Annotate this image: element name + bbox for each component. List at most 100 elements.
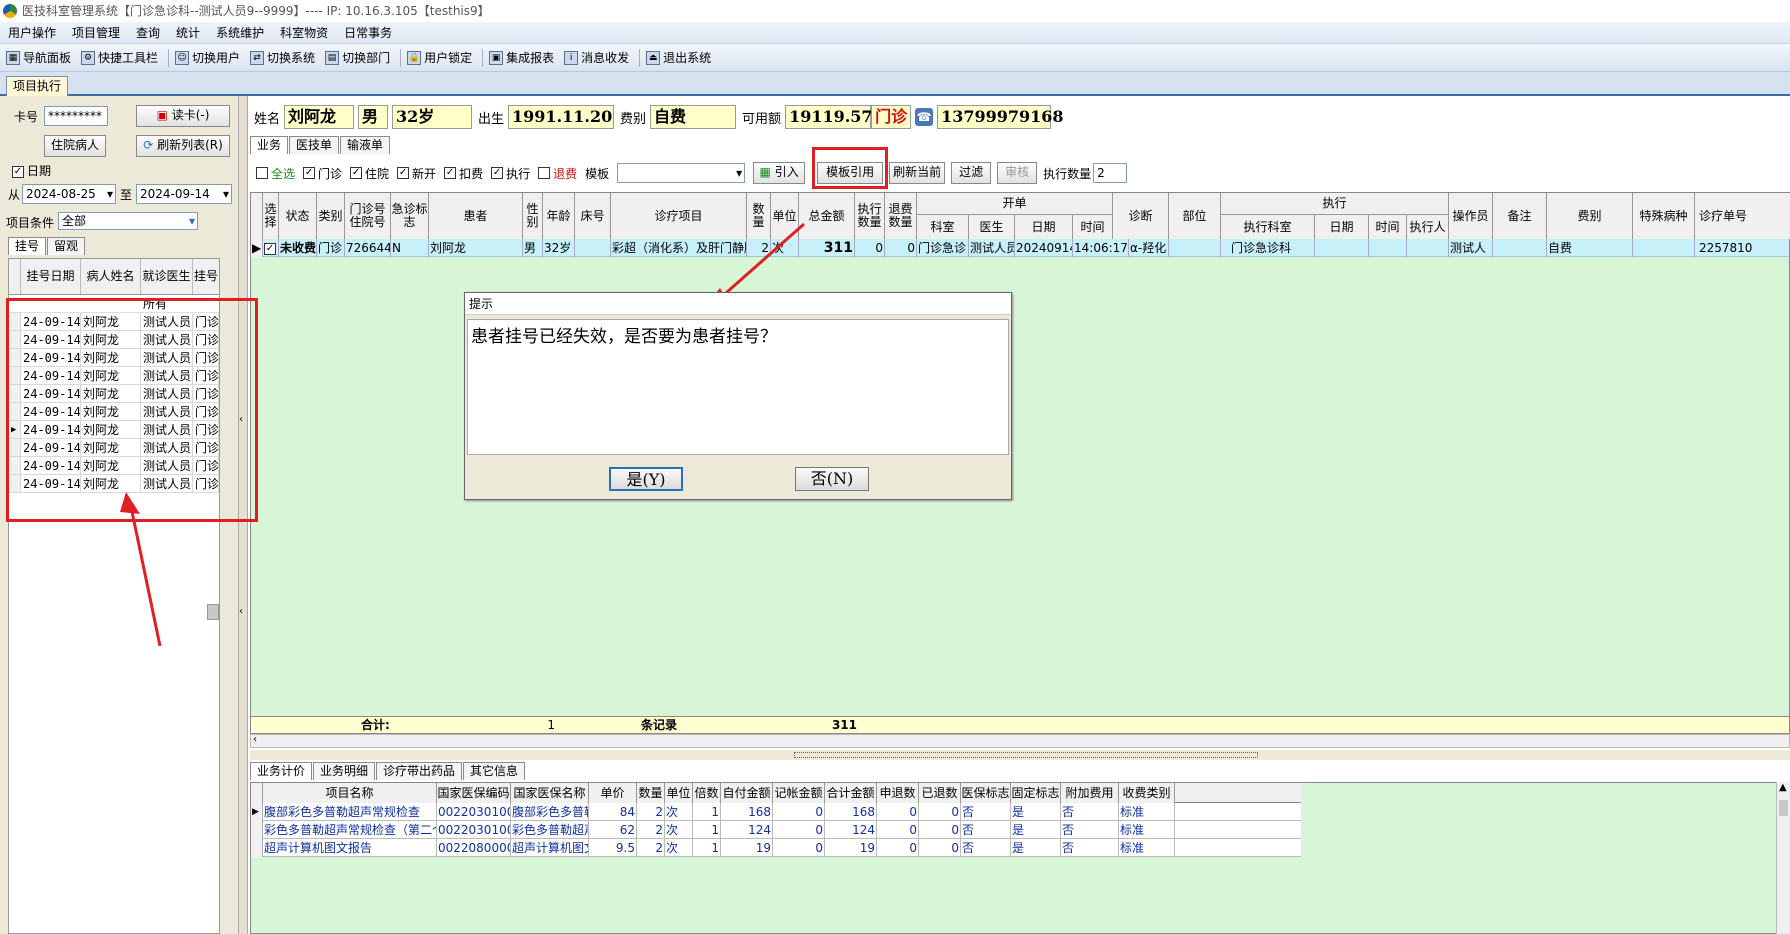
- filter-button[interactable]: 过滤: [951, 162, 992, 184]
- vertical-scrollbar[interactable]: ▲: [1776, 782, 1790, 934]
- deduct-checkbox[interactable]: ✓ 扣费: [444, 165, 483, 182]
- col-refund-qty[interactable]: 退费数量: [885, 193, 917, 239]
- menu-user-ops[interactable]: 用户操作: [0, 24, 64, 41]
- horizontal-splitter[interactable]: [250, 750, 1790, 760]
- column-header[interactable]: 合计金额: [825, 783, 877, 803]
- inpatient-button[interactable]: 住院病人: [44, 135, 106, 157]
- col-patient[interactable]: 患者: [429, 193, 523, 239]
- col-item[interactable]: 诊疗项目: [611, 193, 747, 239]
- col-reg-type[interactable]: 挂号: [193, 259, 219, 294]
- col-executor[interactable]: 执行人: [1407, 215, 1449, 239]
- splitter-grip[interactable]: [794, 752, 1258, 758]
- col-order-time[interactable]: 时间: [1073, 215, 1113, 239]
- left-scroll-thumb[interactable]: [207, 604, 219, 620]
- scroll-thumb[interactable]: [1779, 800, 1788, 816]
- menu-stats[interactable]: 统计: [168, 24, 208, 41]
- from-date-picker[interactable]: 2024-08-25 ▾: [22, 184, 116, 204]
- column-header[interactable]: 已退数: [919, 783, 961, 803]
- switch-system-button[interactable]: ⇄ 切换系统: [250, 49, 315, 66]
- tab-business-detail[interactable]: 业务明细: [313, 762, 376, 780]
- col-select[interactable]: 选择: [263, 193, 279, 239]
- read-card-button[interactable]: ▣ 读卡(-): [136, 105, 230, 127]
- column-header[interactable]: 医保标志: [961, 783, 1011, 803]
- inpatient-checkbox[interactable]: ✓ 住院: [350, 165, 389, 182]
- col-exec-date[interactable]: 日期: [1315, 215, 1369, 239]
- tab-medtech-order[interactable]: 医技单: [289, 136, 340, 154]
- tab-business-pricing[interactable]: 业务计价: [250, 762, 313, 780]
- tab-other-info[interactable]: 其它信息: [463, 762, 526, 780]
- col-order-doc[interactable]: 医生: [969, 215, 1015, 239]
- switch-user-button[interactable]: ☺ 切换用户: [175, 49, 240, 66]
- col-special-disease[interactable]: 特殊病种: [1633, 193, 1695, 239]
- col-doctor[interactable]: 就诊医生: [141, 259, 193, 294]
- exec-qty-input[interactable]: 2: [1093, 163, 1128, 183]
- tab-business[interactable]: 业务: [250, 136, 289, 154]
- col-fee-type[interactable]: 费别: [1547, 193, 1633, 239]
- tab-registration[interactable]: 挂号: [8, 237, 47, 255]
- scroll-left-icon[interactable]: ‹: [253, 734, 257, 745]
- tab-observation[interactable]: 留观: [47, 237, 86, 255]
- col-remark[interactable]: 备注: [1493, 193, 1547, 239]
- column-header[interactable]: 单价: [589, 783, 637, 803]
- scroll-up-icon[interactable]: ▲: [1779, 782, 1787, 793]
- column-header[interactable]: 倍数: [693, 783, 721, 803]
- col-patient-name[interactable]: 病人姓名: [81, 259, 141, 294]
- col-age[interactable]: 年龄: [543, 193, 575, 239]
- exit-button[interactable]: ⏏ 退出系统: [646, 49, 711, 66]
- user-lock-button[interactable]: 🔒 用户锁定: [407, 49, 472, 66]
- table-row[interactable]: ▶腹部彩色多普勒超声常规检查002203010010腹部彩色多普勒超声842次1…: [251, 803, 1301, 821]
- col-sex[interactable]: 性别: [523, 193, 543, 239]
- table-row[interactable]: ▶ ✓ 未收费 门诊 7266449 N 刘阿龙 男 32岁 彩超（消化系）及肝…: [251, 239, 1789, 257]
- collapse-left-icon[interactable]: ‹: [239, 606, 243, 617]
- col-part[interactable]: 部位: [1169, 193, 1221, 239]
- yes-button[interactable]: 是(Y): [609, 467, 683, 491]
- tab-project-execute[interactable]: 项目执行: [6, 76, 69, 96]
- col-operator[interactable]: 操作员: [1449, 193, 1493, 239]
- menu-query[interactable]: 查询: [128, 24, 168, 41]
- table-row[interactable]: 超声计算机图文报告002208000080超声计算机图文9.52次1190190…: [251, 839, 1301, 857]
- col-status[interactable]: 状态: [279, 193, 317, 239]
- col-reg-date[interactable]: 挂号日期: [21, 259, 81, 294]
- column-header[interactable]: 固定标志: [1011, 783, 1061, 803]
- col-order-dept[interactable]: 科室: [917, 215, 969, 239]
- execute-checkbox[interactable]: ✓ 执行: [491, 165, 530, 182]
- switch-dept-button[interactable]: ▤ 切换部门: [325, 49, 390, 66]
- refund-checkbox[interactable]: 退费: [538, 165, 577, 182]
- col-visit-no[interactable]: 诊疗单号: [1695, 193, 1790, 239]
- tab-drugs[interactable]: 诊疗带出药品: [376, 762, 463, 780]
- card-number-input[interactable]: *********: [44, 106, 108, 126]
- template-select[interactable]: ▾: [617, 163, 746, 183]
- menu-dept-supplies[interactable]: 科室物资: [272, 24, 336, 41]
- table-row[interactable]: 彩色多普勒超声常规检查（第二个部位）002203010010彩色多普勒超声622…: [251, 821, 1301, 839]
- col-bed[interactable]: 床号: [575, 193, 611, 239]
- col-diagnosis[interactable]: 诊断: [1113, 193, 1169, 239]
- to-date-picker[interactable]: 2024-09-14 ▾: [136, 184, 232, 204]
- col-qty[interactable]: 数量: [747, 193, 771, 239]
- report-button[interactable]: ▣ 集成报表: [489, 49, 554, 66]
- review-button[interactable]: 审核: [997, 162, 1038, 184]
- col-total[interactable]: 总金额: [799, 193, 855, 239]
- column-header[interactable]: 单位: [665, 783, 693, 803]
- column-header[interactable]: 申退数: [877, 783, 919, 803]
- refresh-current-button[interactable]: 刷新当前: [889, 162, 946, 184]
- column-header[interactable]: 项目名称: [263, 783, 437, 803]
- column-header[interactable]: 自付金额: [721, 783, 773, 803]
- col-exec-qty[interactable]: 执行数量: [855, 193, 885, 239]
- column-header[interactable]: 国家医保编码: [437, 783, 511, 803]
- nav-panel-button[interactable]: ▦ 导航面板: [6, 49, 71, 66]
- no-button[interactable]: 否(N): [795, 467, 869, 491]
- col-exec-dept[interactable]: 执行科室: [1221, 215, 1315, 239]
- date-checkbox[interactable]: ✓ 日期: [12, 162, 51, 179]
- menu-sys-maint[interactable]: 系统维护: [208, 24, 272, 41]
- select-all-checkbox[interactable]: 全选: [256, 165, 295, 182]
- row-select-checkbox[interactable]: ✓: [263, 239, 279, 257]
- col-exec-time[interactable]: 时间: [1369, 215, 1407, 239]
- col-type[interactable]: 类别: [317, 193, 345, 239]
- col-order-date[interactable]: 日期: [1015, 215, 1073, 239]
- message-button[interactable]: i 消息收发: [564, 49, 629, 66]
- horizontal-scrollbar[interactable]: ‹: [250, 734, 1790, 748]
- item-condition-select[interactable]: 全部 ▾: [58, 212, 198, 230]
- import-button[interactable]: ▦ 引入: [753, 162, 806, 184]
- col-unit[interactable]: 单位: [771, 193, 799, 239]
- menu-daily[interactable]: 日常事务: [336, 24, 400, 41]
